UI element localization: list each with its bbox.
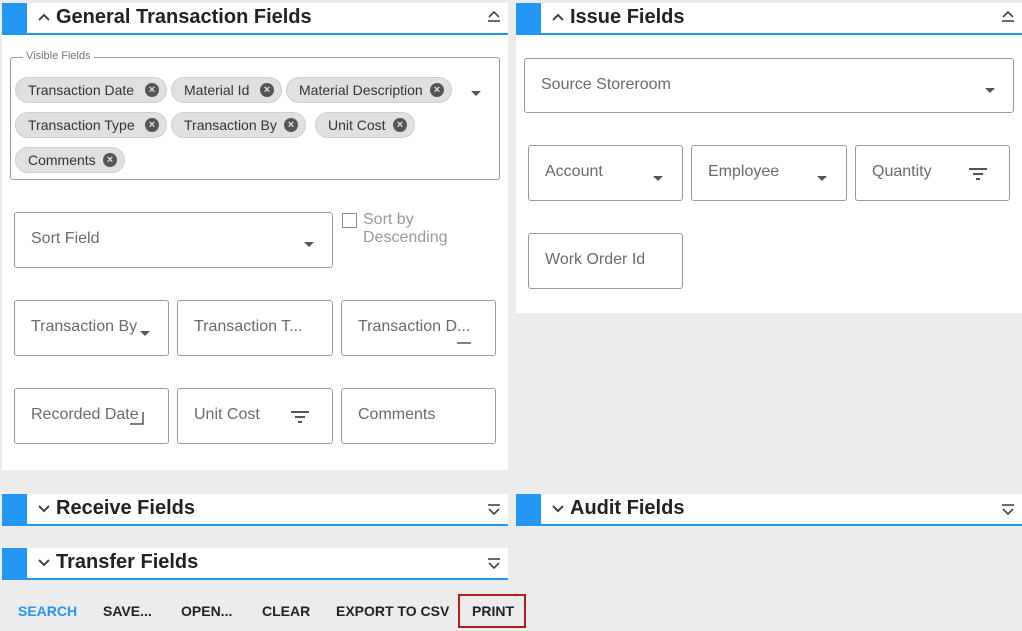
save-button[interactable]: SAVE... [103,603,152,619]
search-button[interactable]: SEARCH [18,603,77,619]
remove-chip-icon[interactable]: × [393,118,407,132]
chip-material-description[interactable]: Material Description × [286,77,452,103]
recorded-date-field[interactable]: Recorded Date [14,388,169,444]
recorded-date-label: Recorded Date [31,406,139,423]
sort-descending-label: Sort by Descending [363,211,448,247]
chip-label: Unit Cost [328,117,386,133]
transaction-date-label: Transaction D... [358,318,471,335]
chevron-down-icon[interactable] [550,500,566,516]
chevron-up-icon[interactable] [550,9,566,25]
transaction-type-select[interactable]: Transaction T... [177,300,333,356]
sort-descending-line2: Descending [363,229,448,246]
panel-marker [516,494,541,524]
dropdown-arrow-icon [985,88,995,93]
chip-transaction-date[interactable]: Transaction Date × [15,77,167,103]
transaction-date-field[interactable]: Transaction D... [341,300,496,356]
quantity-label: Quantity [872,163,932,180]
quantity-field[interactable]: Quantity [855,145,1010,201]
issue-fields-header[interactable]: Issue Fields [516,3,1022,35]
chip-material-id[interactable]: Material Id × [171,77,282,103]
panel-marker [516,3,541,33]
chip-label: Material Id [184,82,250,98]
issue-fields-panel: Issue Fields Source Storeroom Account Em… [516,3,1022,313]
dropdown-arrow-icon [653,176,663,181]
panel-marker [2,548,27,578]
expand-icon[interactable] [1000,500,1016,518]
work-order-id-field[interactable]: Work Order Id [528,233,683,289]
chip-label: Transaction Type [28,117,135,133]
sort-descending-line1: Sort by [363,211,414,228]
employee-label: Employee [708,163,780,180]
unit-cost-label: Unit Cost [194,406,260,423]
account-select[interactable]: Account [528,145,683,201]
panel-marker [2,494,27,524]
comments-label: Comments [358,406,436,423]
transfer-fields-panel: Transfer Fields [2,548,508,580]
sort-field-label: Sort Field [31,230,100,247]
dropdown-arrow-icon[interactable] [471,91,481,96]
sort-field-select[interactable]: Sort Field [14,212,333,268]
panel-marker [2,3,27,33]
print-button[interactable]: PRINT [472,603,514,619]
open-button[interactable]: OPEN... [181,603,232,619]
remove-chip-icon[interactable]: × [260,83,274,97]
panel-title: General Transaction Fields [56,6,312,28]
transaction-by-label: Transaction By [31,318,138,335]
chip-unit-cost[interactable]: Unit Cost × [315,112,415,138]
work-order-id-label: Work Order Id [545,251,646,268]
dropdown-arrow-icon [140,331,150,336]
chevron-up-icon[interactable] [36,9,52,25]
source-storeroom-select[interactable]: Source Storeroom [524,58,1014,113]
remove-chip-icon[interactable]: × [103,153,117,167]
expand-icon[interactable] [486,554,502,572]
chevron-down-icon[interactable] [36,500,52,516]
source-storeroom-label: Source Storeroom [541,76,671,93]
receive-fields-panel: Receive Fields [2,494,508,526]
transfer-fields-header[interactable]: Transfer Fields [2,548,508,580]
visible-fields-legend: Visible Fields [23,50,94,62]
audit-fields-header[interactable]: Audit Fields [516,494,1022,526]
export-csv-button[interactable]: EXPORT TO CSV [336,603,449,619]
collapse-icon[interactable] [486,9,502,27]
chip-label: Transaction By [184,117,277,133]
panel-title: Audit Fields [570,497,685,519]
expand-icon[interactable] [486,500,502,518]
dropdown-arrow-icon [817,176,827,181]
receive-fields-header[interactable]: Receive Fields [2,494,508,526]
panel-title: Transfer Fields [56,551,199,573]
filter-icon[interactable] [968,167,988,181]
transaction-by-select[interactable]: Transaction By [14,300,169,356]
remove-chip-icon[interactable]: × [430,83,444,97]
chip-comments[interactable]: Comments × [15,147,125,173]
chip-label: Comments [28,152,96,168]
chip-label: Transaction Date [28,82,135,98]
dropdown-arrow-icon [304,242,314,247]
panel-title: Issue Fields [570,6,685,28]
collapse-icon[interactable] [1000,9,1016,27]
remove-chip-icon[interactable]: × [145,118,159,132]
remove-chip-icon[interactable]: × [284,118,298,132]
general-transaction-panel: General Transaction Fields Visible Field… [2,3,508,470]
chip-label: Material Description [299,82,423,98]
panel-title: Receive Fields [56,497,195,519]
chip-transaction-by[interactable]: Transaction By × [171,112,306,138]
employee-select[interactable]: Employee [691,145,847,201]
clear-button[interactable]: CLEAR [262,603,310,619]
transaction-type-label: Transaction T... [194,318,303,335]
audit-fields-panel: Audit Fields [516,494,1022,526]
unit-cost-field[interactable]: Unit Cost [177,388,333,444]
visible-fields-select[interactable]: Visible Fields Transaction Date × Materia… [10,50,500,180]
general-transaction-header[interactable]: General Transaction Fields [2,3,508,35]
calendar-icon[interactable] [456,329,472,345]
sort-descending-checkbox[interactable] [342,213,357,228]
calendar-icon[interactable] [129,409,145,425]
remove-chip-icon[interactable]: × [145,83,159,97]
chip-transaction-type[interactable]: Transaction Type × [15,112,167,138]
chevron-down-icon[interactable] [36,554,52,570]
filter-icon[interactable] [290,410,310,424]
account-label: Account [545,163,603,180]
comments-field[interactable]: Comments [341,388,496,444]
